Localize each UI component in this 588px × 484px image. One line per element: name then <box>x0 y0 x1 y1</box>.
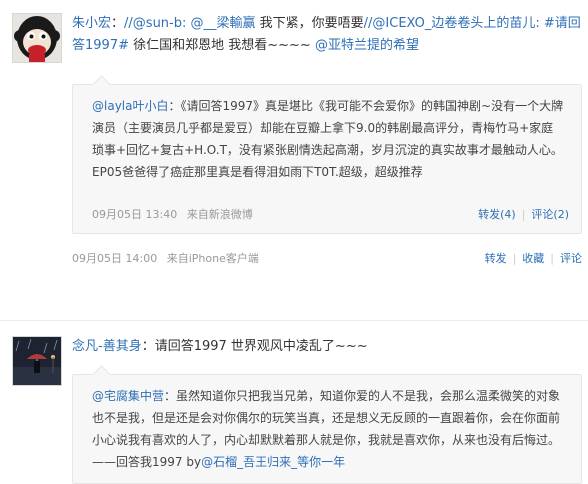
text-a: 我下紧，你要唔要 <box>255 16 364 31</box>
text-b: 徐仁国和郑恩地 我想看~~~~ <box>128 38 315 53</box>
post-text-2: 念凡-善其身：请回答1997 世界观风中凌乱了~~~ <box>72 336 582 358</box>
mention-icexo[interactable]: //@ICEXO_边卷卷头上的苗儿: <box>364 16 540 31</box>
quoted-post: @layla叶小白：《请回答1997》真是堪比《我可能不会爱你》的韩国神剧~没有… <box>72 75 582 234</box>
post-1: 朱小宏：//@sun-b: @__梁輸赢 我下紧，你要唔要//@ICEXO_边卷… <box>0 0 588 300</box>
comment-link[interactable]: 评论 <box>560 252 582 265</box>
monkey-avatar-icon <box>13 14 61 62</box>
mention-sunb[interactable]: //@sun-b: <box>124 16 186 31</box>
rainy-street-avatar-icon <box>13 337 61 385</box>
user-avatar-nianfan[interactable] <box>12 336 62 386</box>
mention-liang[interactable]: @__梁輸赢 <box>191 16 256 31</box>
author-link-2[interactable]: 念凡-善其身 <box>72 339 142 354</box>
from-prefix: 来自 <box>166 252 189 265</box>
quoted-author-link-2[interactable]: @宅腐集中营 <box>92 389 164 403</box>
post-2: 念凡-善其身：请回答1997 世界观风中凌乱了~~~ @宅腐集中营：虽然知道你只… <box>0 320 588 484</box>
quoted-mention-link[interactable]: @石榴_吾王归来_等你一年 <box>201 455 345 469</box>
post-text: 朱小宏：//@sun-b: @__梁輸赢 我下紧，你要唔要//@ICEXO_边卷… <box>72 13 582 57</box>
quoted-text: @layla叶小白：《请回答1997》真是堪比《我可能不会爱你》的韩国神剧~没有… <box>92 95 565 183</box>
post-time-link[interactable]: 09月05日 14:00 <box>72 252 157 265</box>
quoted-from-prefix: 来自 <box>186 208 209 221</box>
quoted-time-link[interactable]: 09月05日 13:40 <box>92 208 177 221</box>
body-2: 请回答1997 世界观风中凌乱了~~~ <box>154 339 368 354</box>
source-link[interactable]: iPhone客户端 <box>189 252 259 265</box>
colon-2: ： <box>141 339 155 354</box>
colon: ： <box>111 16 125 31</box>
mention-hope[interactable]: @亚特兰提的希望 <box>315 38 419 53</box>
quoted-meta: 09月05日 13:40 来自新浪微博 转发(4) | 评论(2) <box>92 208 569 221</box>
user-avatar-zhuxiaohong[interactable] <box>12 13 62 63</box>
author-link[interactable]: 朱小宏 <box>72 16 111 31</box>
favorite-link[interactable]: 收藏 <box>522 252 544 265</box>
repost-link[interactable]: 转发 <box>485 252 507 265</box>
post-meta: 09月05日 14:00 来自iPhone客户端 转发 | 收藏 | 评论 <box>72 252 582 265</box>
quoted-repost-link[interactable]: 转发(4) <box>478 208 516 221</box>
quoted-text-2: @宅腐集中营：虽然知道你只把我当兄弟，知道你爱的人不是我，会那么温柔微笑的对象也… <box>92 385 565 473</box>
quoted-source-link[interactable]: 新浪微博 <box>209 208 253 221</box>
quoted-post-2: @宅腐集中营：虽然知道你只把我当兄弟，知道你爱的人不是我，会那么温柔微笑的对象也… <box>72 365 582 484</box>
quoted-comment-link[interactable]: 评论(2) <box>531 208 569 221</box>
quoted-author-link[interactable]: @layla叶小白 <box>92 99 168 113</box>
